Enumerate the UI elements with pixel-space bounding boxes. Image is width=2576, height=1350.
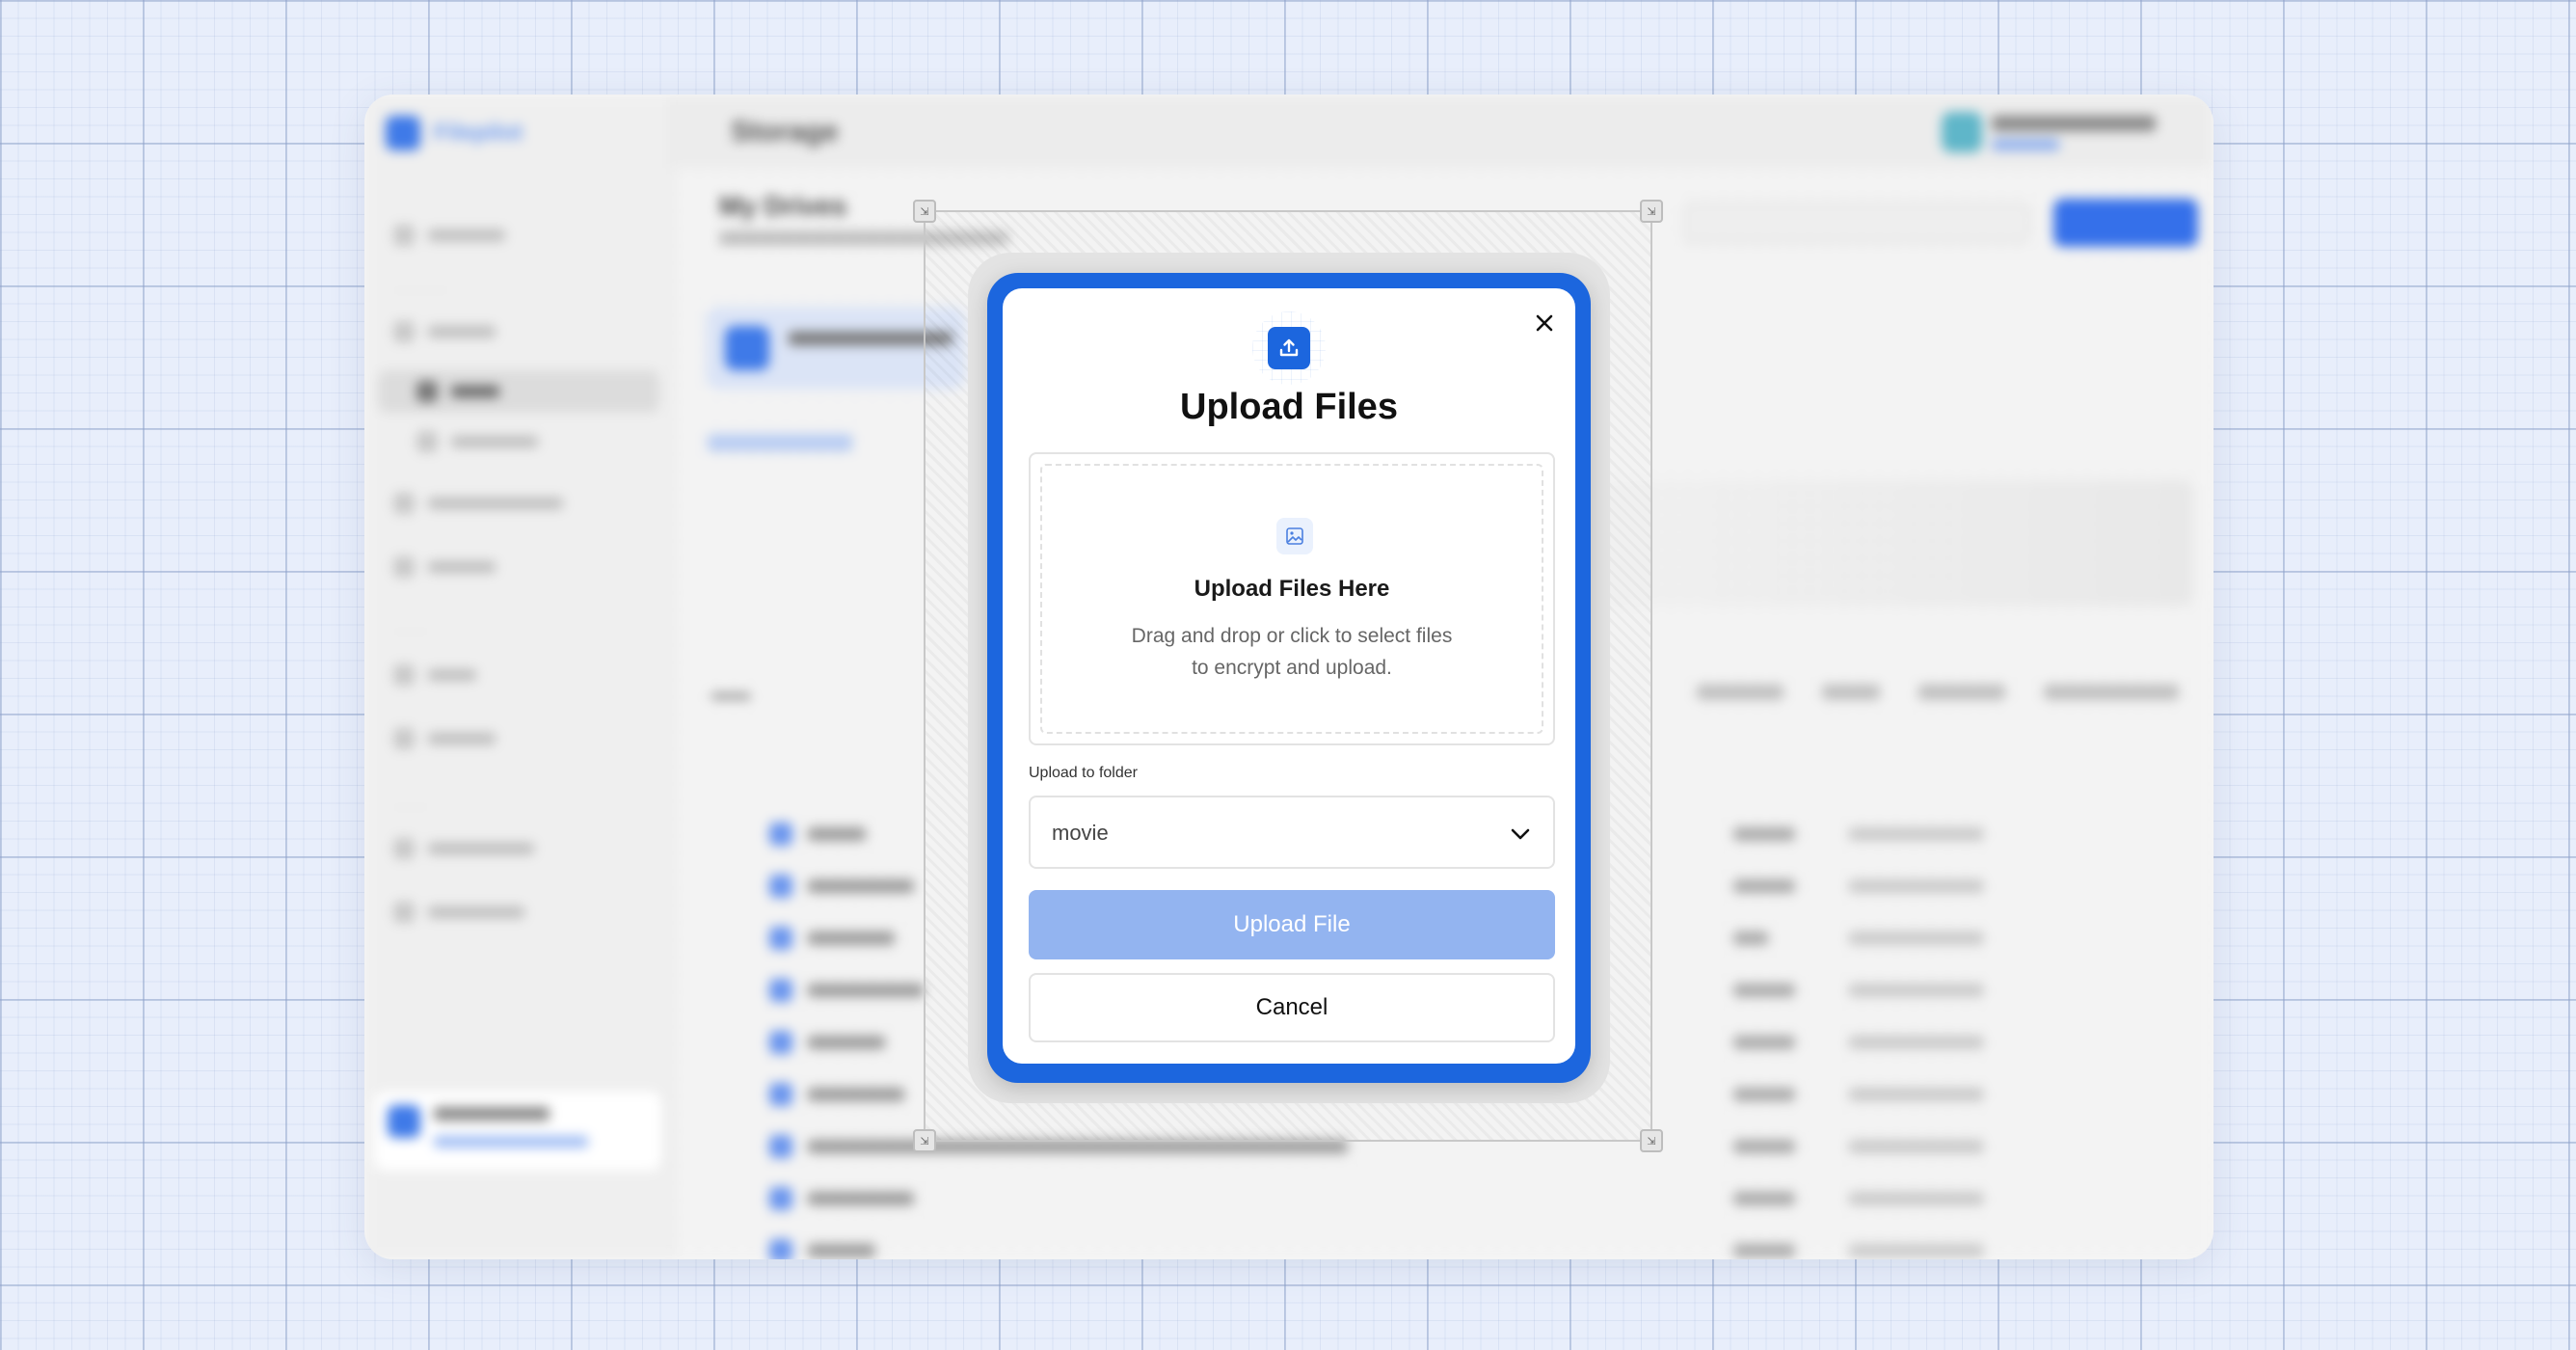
app-logo-text: Filepilot xyxy=(434,120,523,146)
image-upload-icon xyxy=(1286,527,1303,545)
upload-icon xyxy=(1279,338,1299,357)
upload-files-dialog: Upload Files Upload Files Here Drag and … xyxy=(1003,288,1575,1064)
resize-handle-bottom-right[interactable]: ⇲ xyxy=(1640,1129,1663,1152)
sidebar-section-label: · · · · xyxy=(393,798,430,814)
cancel-button[interactable]: Cancel xyxy=(1029,973,1555,1042)
user-sub-placeholder xyxy=(1992,139,2059,150)
table-row xyxy=(769,1187,2214,1210)
resize-handle-bottom-left[interactable]: ⇲ xyxy=(913,1129,936,1152)
sidebar-item xyxy=(393,835,534,862)
app-page-title: Storage xyxy=(731,116,839,148)
sidebar-item xyxy=(416,378,499,405)
sidebar-item xyxy=(393,222,505,249)
chevron-down-icon xyxy=(1511,828,1530,840)
table-row xyxy=(769,1239,2214,1259)
sidebar-item xyxy=(393,662,476,688)
sidebar-item xyxy=(393,899,524,926)
sidebar-section-label: · · · · · · xyxy=(393,282,450,297)
sidebar-section-label: · · · · xyxy=(393,623,430,638)
dropzone-description: Drag and drop or click to select files t… xyxy=(1131,625,1453,679)
dropzone-dashed-border: Upload Files Here Drag and drop or click… xyxy=(1040,464,1543,734)
upload-badge xyxy=(1252,311,1326,385)
filter-row xyxy=(1581,685,2179,704)
sidebar-item xyxy=(393,554,496,580)
close-button[interactable] xyxy=(1527,306,1562,340)
sidebar-item xyxy=(416,428,538,455)
close-icon xyxy=(1536,314,1553,332)
search-input xyxy=(1683,202,2030,243)
sidebar-item xyxy=(393,318,496,345)
breadcrumb xyxy=(708,434,852,451)
user-name-placeholder xyxy=(1992,116,2156,131)
app-sidebar: Filepilot · · · · · · · · · · · · · · xyxy=(364,94,673,1259)
image-upload-icon-badge xyxy=(1276,518,1313,554)
folder-select[interactable]: movie xyxy=(1029,796,1555,869)
sidebar-item xyxy=(393,490,563,517)
primary-action-button xyxy=(2053,199,2198,247)
app-topbar: Storage xyxy=(673,94,2214,168)
folder-select-value: movie xyxy=(1052,821,1109,845)
upload-file-button[interactable]: Upload File xyxy=(1029,890,1555,959)
dropzone-title: Upload Files Here xyxy=(1194,576,1390,602)
app-logo xyxy=(386,116,420,150)
resize-handle-top-right[interactable]: ⇲ xyxy=(1640,200,1663,223)
sidebar-promo-card xyxy=(374,1092,661,1171)
folder-label: Upload to folder xyxy=(1029,765,1138,781)
avatar xyxy=(1942,112,1982,152)
file-dropzone[interactable]: Upload Files Here Drag and drop or click… xyxy=(1029,452,1555,745)
modal-title: Upload Files xyxy=(1180,387,1398,427)
sidebar-item xyxy=(393,725,496,752)
resize-handle-top-left[interactable]: ⇲ xyxy=(913,200,936,223)
files-label: ▬▬ xyxy=(711,683,750,704)
main-heading: My Drives xyxy=(719,191,847,221)
